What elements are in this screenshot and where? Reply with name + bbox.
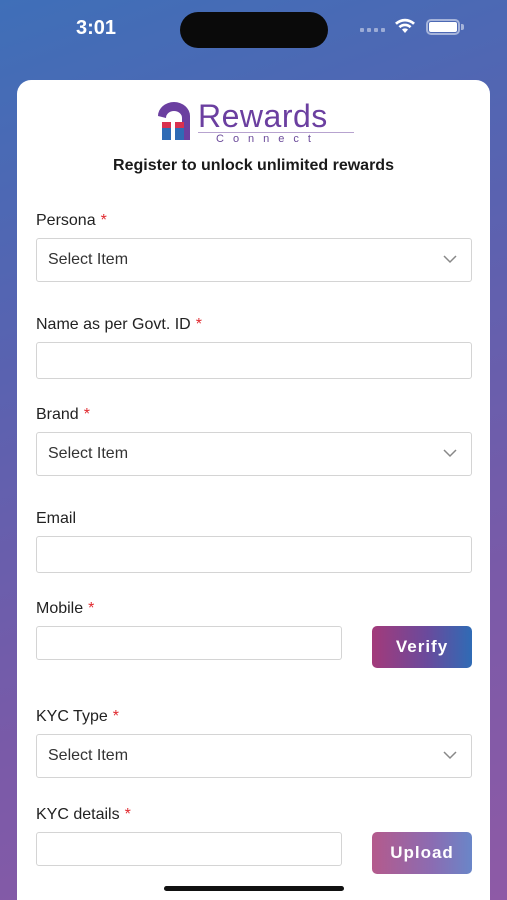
required-marker: * (195, 316, 202, 333)
persona-select-value: Select Item (48, 251, 129, 268)
persona-select[interactable]: Select Item (36, 238, 472, 282)
kyc-type-label: KYC Type * (36, 708, 119, 726)
mobile-label-text: Mobile (36, 600, 84, 617)
logo-wordmark: Rewards (198, 98, 328, 134)
rewards-logo: Rewards Connect (152, 98, 362, 148)
required-marker: * (112, 708, 119, 725)
brand-select[interactable]: Select Item (36, 432, 472, 476)
brand-select-value: Select Item (48, 445, 129, 462)
kyc-details-input[interactable] (36, 832, 342, 866)
required-marker: * (83, 406, 90, 423)
required-marker: * (100, 212, 107, 229)
persona-label: Persona * (36, 212, 107, 230)
battery-icon (426, 19, 460, 35)
kyc-type-select[interactable]: Select Item (36, 734, 472, 778)
battery-tip (461, 24, 464, 30)
email-label-text: Email (36, 510, 77, 527)
chevron-down-icon (443, 449, 457, 458)
status-time: 3:01 (76, 17, 117, 39)
registration-card: Rewards Connect Register to unlock unlim… (17, 80, 490, 900)
wifi-icon (395, 18, 415, 33)
mobile-label: Mobile * (36, 600, 94, 618)
kyc-details-label: KYC details * (36, 806, 131, 824)
page-subtitle: Register to unlock unlimited rewards (113, 157, 394, 174)
name-input[interactable] (36, 342, 472, 379)
status-bar: 3:01 (0, 0, 507, 60)
kyc-details-label-text: KYC details (36, 806, 120, 823)
dynamic-island (180, 12, 328, 48)
brand-label: Brand * (36, 406, 90, 424)
upload-button[interactable]: Upload (372, 832, 472, 874)
name-label: Name as per Govt. ID * (36, 316, 202, 334)
kyc-type-label-text: KYC Type (36, 708, 108, 725)
persona-label-text: Persona (36, 212, 96, 229)
required-marker: * (124, 806, 131, 823)
required-marker: * (88, 600, 95, 617)
gift-icon (158, 102, 190, 140)
name-label-text: Name as per Govt. ID (36, 316, 191, 333)
chevron-down-icon (443, 255, 457, 264)
verify-button[interactable]: Verify (372, 626, 472, 668)
chevron-down-icon (443, 751, 457, 760)
home-indicator[interactable] (164, 886, 344, 891)
brand-label-text: Brand (36, 406, 79, 423)
mobile-input[interactable] (36, 626, 342, 660)
kyc-type-select-value: Select Item (48, 747, 129, 764)
logo-subtext: Connect (216, 133, 320, 145)
email-label: Email (36, 510, 76, 528)
cellular-signal-icon (360, 28, 385, 32)
email-input[interactable] (36, 536, 472, 573)
